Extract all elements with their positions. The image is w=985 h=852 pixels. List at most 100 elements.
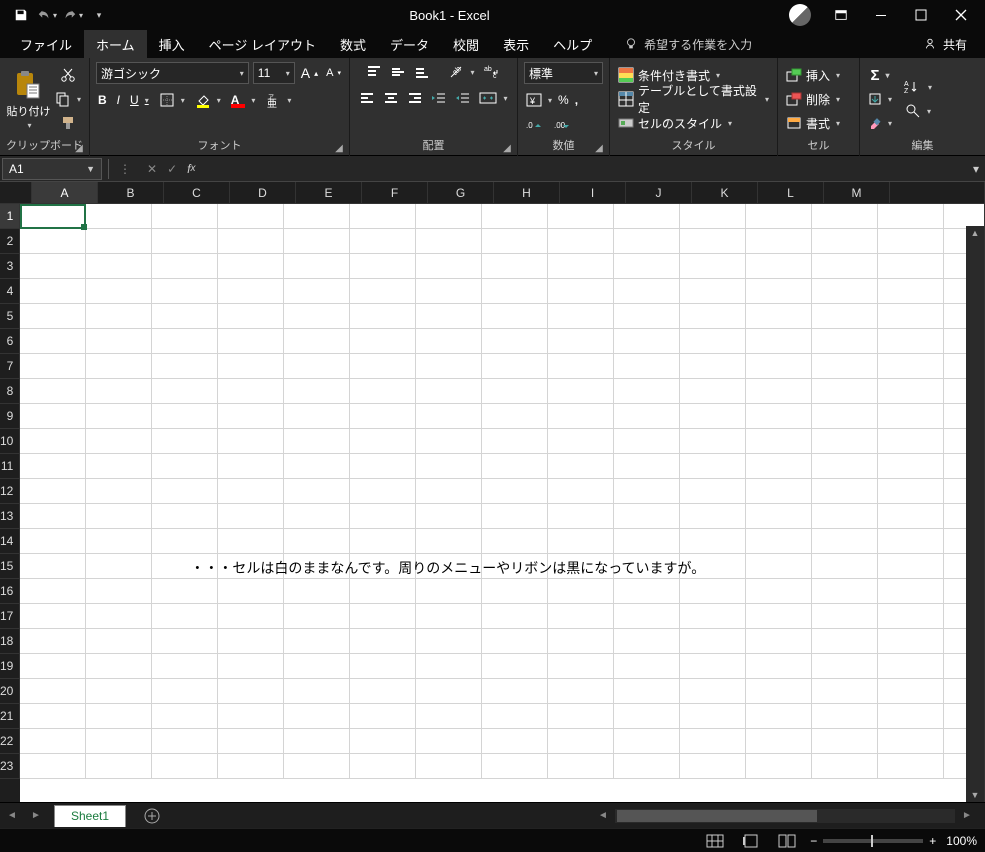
- cell[interactable]: [680, 679, 746, 704]
- cell[interactable]: [218, 604, 284, 629]
- tell-me-search[interactable]: 希望する作業を入力: [624, 36, 752, 53]
- cell[interactable]: [812, 579, 878, 604]
- format-as-table-button[interactable]: テーブルとして書式設定▾: [616, 89, 771, 109]
- cell-styles-button[interactable]: セルのスタイル▾: [616, 113, 771, 133]
- cell[interactable]: [284, 254, 350, 279]
- cell[interactable]: [878, 654, 944, 679]
- cell[interactable]: [152, 279, 218, 304]
- cell[interactable]: [86, 554, 152, 579]
- cell[interactable]: [350, 279, 416, 304]
- cell[interactable]: [20, 629, 86, 654]
- cell[interactable]: [812, 654, 878, 679]
- percent-icon[interactable]: %: [556, 90, 571, 110]
- cell[interactable]: [20, 279, 86, 304]
- cell[interactable]: [878, 454, 944, 479]
- cell[interactable]: [878, 329, 944, 354]
- cell[interactable]: [878, 754, 944, 779]
- cell[interactable]: [350, 729, 416, 754]
- cell[interactable]: [614, 529, 680, 554]
- row-header[interactable]: 3: [0, 254, 20, 279]
- cell[interactable]: [20, 229, 86, 254]
- row-header[interactable]: 1: [0, 204, 20, 229]
- cell[interactable]: [680, 704, 746, 729]
- normal-view-icon[interactable]: [702, 832, 728, 850]
- col-header[interactable]: A: [32, 182, 98, 204]
- italic-button[interactable]: I: [115, 90, 122, 110]
- sheet-nav-prev-icon[interactable]: ◄: [0, 810, 24, 821]
- cell[interactable]: [680, 504, 746, 529]
- row-header[interactable]: 13: [0, 504, 20, 529]
- redo-icon[interactable]: ▾: [62, 4, 84, 26]
- cell[interactable]: [86, 254, 152, 279]
- tab-data[interactable]: データ: [378, 30, 441, 58]
- cell[interactable]: [614, 454, 680, 479]
- maximize-icon[interactable]: [901, 0, 941, 30]
- cell[interactable]: [746, 229, 812, 254]
- cell[interactable]: [482, 379, 548, 404]
- cell[interactable]: [416, 579, 482, 604]
- cell[interactable]: [20, 304, 86, 329]
- cell[interactable]: [218, 729, 284, 754]
- cell[interactable]: [878, 229, 944, 254]
- tab-view[interactable]: 表示: [491, 30, 541, 58]
- cell[interactable]: [482, 304, 548, 329]
- cell[interactable]: [218, 279, 284, 304]
- cell[interactable]: [680, 579, 746, 604]
- row-header[interactable]: 9: [0, 404, 20, 429]
- cell[interactable]: [416, 379, 482, 404]
- zoom-level[interactable]: 100%: [946, 834, 977, 848]
- cell[interactable]: [746, 504, 812, 529]
- row-header[interactable]: 20: [0, 679, 20, 704]
- cell[interactable]: [20, 654, 86, 679]
- cell[interactable]: [20, 254, 86, 279]
- cell[interactable]: [284, 629, 350, 654]
- cell[interactable]: [152, 454, 218, 479]
- cell[interactable]: [86, 754, 152, 779]
- merge-center-icon[interactable]: ▾: [477, 88, 509, 108]
- cell[interactable]: [812, 304, 878, 329]
- cell[interactable]: [284, 704, 350, 729]
- cell[interactable]: [878, 579, 944, 604]
- cell[interactable]: [218, 579, 284, 604]
- cell[interactable]: [614, 629, 680, 654]
- row-header[interactable]: 22: [0, 729, 20, 754]
- tab-formulas[interactable]: 数式: [328, 30, 378, 58]
- cell[interactable]: [746, 704, 812, 729]
- cell[interactable]: [482, 329, 548, 354]
- cell[interactable]: [218, 704, 284, 729]
- cell[interactable]: [20, 579, 86, 604]
- cell[interactable]: [284, 404, 350, 429]
- cell[interactable]: [680, 204, 746, 229]
- zoom-in-icon[interactable]: +: [929, 834, 936, 848]
- cell[interactable]: [614, 429, 680, 454]
- cell[interactable]: [152, 654, 218, 679]
- cell[interactable]: [746, 454, 812, 479]
- cell[interactable]: [548, 754, 614, 779]
- cell[interactable]: [20, 704, 86, 729]
- cell[interactable]: [746, 354, 812, 379]
- cell[interactable]: [746, 204, 812, 229]
- row-header[interactable]: 23: [0, 754, 20, 779]
- accounting-format-icon[interactable]: ¥▾: [524, 90, 554, 110]
- cell[interactable]: [86, 579, 152, 604]
- cell[interactable]: [350, 679, 416, 704]
- cell[interactable]: [416, 654, 482, 679]
- cell[interactable]: [878, 729, 944, 754]
- cell[interactable]: [350, 329, 416, 354]
- cell[interactable]: [482, 604, 548, 629]
- cell[interactable]: [416, 429, 482, 454]
- decrease-indent-icon[interactable]: [429, 88, 449, 108]
- cell[interactable]: [680, 429, 746, 454]
- zoom-slider[interactable]: − +: [810, 834, 936, 848]
- number-format-combo[interactable]: 標準▾: [524, 62, 603, 84]
- account-avatar[interactable]: [789, 4, 811, 26]
- cell[interactable]: [152, 329, 218, 354]
- cell[interactable]: [284, 579, 350, 604]
- cell[interactable]: [746, 579, 812, 604]
- cells-area[interactable]: ・・・セルは白のままなんです。周りのメニューやリボンは黒になっていますが。: [20, 204, 984, 802]
- cell[interactable]: [614, 254, 680, 279]
- cell[interactable]: [416, 354, 482, 379]
- cell[interactable]: [614, 604, 680, 629]
- increase-font-icon[interactable]: A▴: [299, 63, 320, 83]
- cell[interactable]: [152, 204, 218, 229]
